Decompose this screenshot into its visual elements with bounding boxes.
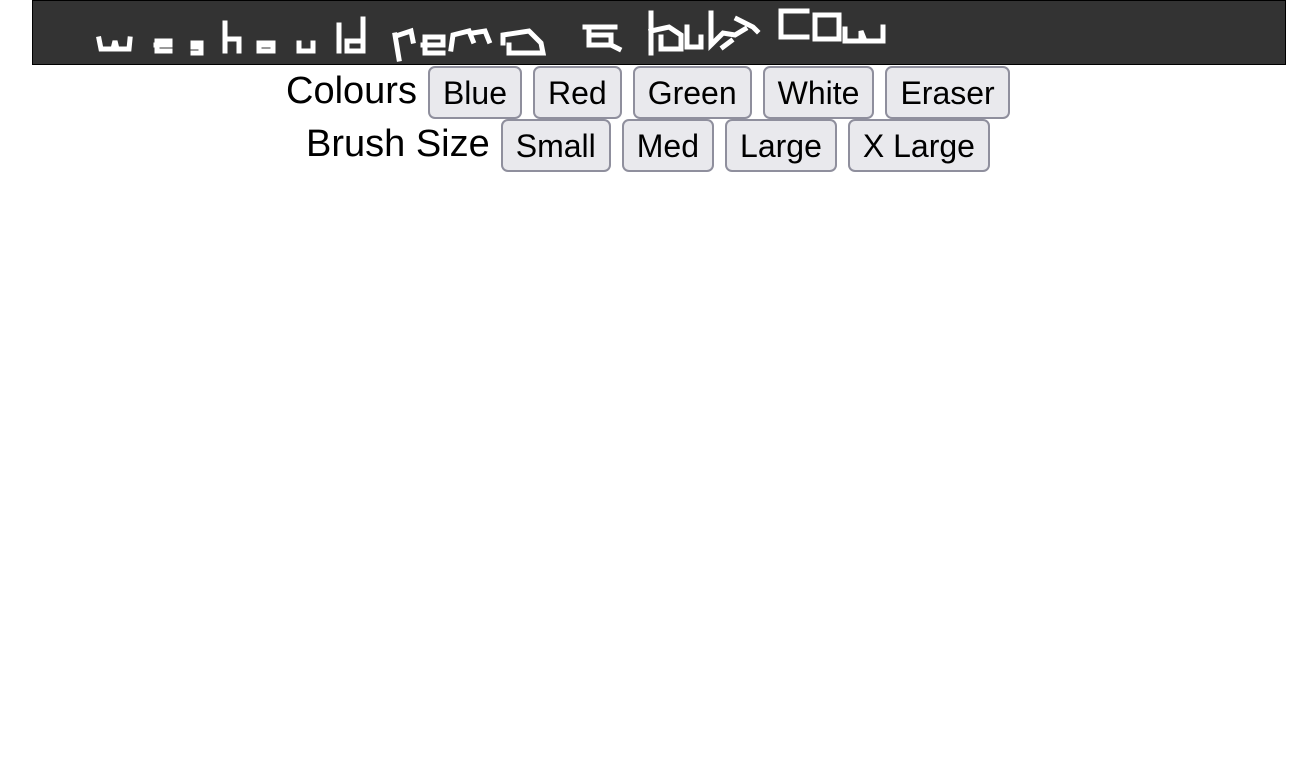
brush-size-toolbar: Brush Size Small Med Large X Large (306, 119, 1001, 172)
colour-white-button[interactable]: White (762, 66, 875, 119)
handwritten-strokes (96, 8, 886, 62)
brush-xlarge-button[interactable]: X Large (847, 119, 990, 172)
colour-toolbar: Colours Blue Red Green White Eraser (286, 66, 1021, 119)
drawing-canvas[interactable] (32, 0, 1286, 65)
canvas-drawing (96, 8, 886, 62)
colours-label: Colours (286, 69, 417, 112)
colour-blue-button[interactable]: Blue (427, 66, 522, 119)
brush-size-label: Brush Size (306, 122, 490, 165)
colour-red-button[interactable]: Red (533, 66, 622, 119)
colour-green-button[interactable]: Green (632, 66, 752, 119)
brush-small-button[interactable]: Small (500, 119, 611, 172)
brush-large-button[interactable]: Large (725, 119, 837, 172)
eraser-button[interactable]: Eraser (885, 66, 1010, 119)
brush-med-button[interactable]: Med (621, 119, 715, 172)
